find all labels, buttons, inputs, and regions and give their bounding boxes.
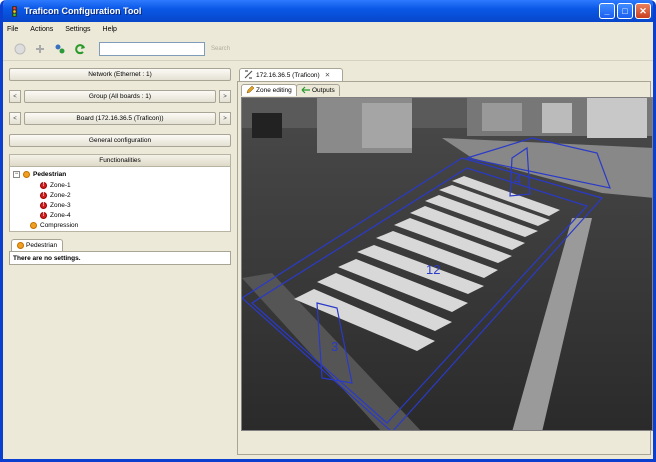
title-bar[interactable]: Traficon Configuration Tool _ □ ✕ — [3, 0, 653, 22]
right-panel: 172.16.36.5 (Traficon) ✕ Zone editing Ou… — [237, 66, 653, 458]
zone-label-12: 12 — [426, 262, 440, 277]
group-next-arrow[interactable]: > — [219, 90, 231, 103]
document-frame: Zone editing Outputs 12 3 4 — [237, 81, 653, 455]
window-controls: _ □ ✕ — [599, 3, 651, 19]
tree-item-label: Pedestrian — [33, 170, 67, 178]
tree-item-label: Zone-1 — [50, 181, 71, 189]
close-tab-icon[interactable]: ✕ — [325, 71, 330, 79]
collapse-icon[interactable]: − — [13, 170, 20, 178]
tree-item-zone-2[interactable]: ! Zone-2 — [40, 190, 71, 200]
tab-pedestrian-settings[interactable]: Pedestrian — [11, 239, 64, 251]
maximize-button[interactable]: □ — [617, 3, 633, 19]
pedestrian-tab-icon — [17, 242, 24, 249]
tab-label: Pedestrian — [26, 242, 58, 249]
menu-bar: File Actions Settings Help — [3, 22, 653, 36]
close-button[interactable]: ✕ — [635, 3, 651, 19]
menu-help[interactable]: Help — [102, 26, 118, 33]
camera-image: 12 3 4 — [242, 98, 652, 430]
tree-item-label: Compression — [40, 221, 79, 229]
network-button[interactable]: Network (Ethernet : 1) — [9, 68, 231, 81]
settings-message: There are no settings. — [9, 251, 231, 265]
tab-board-document[interactable]: 172.16.36.5 (Traficon) ✕ — [239, 68, 343, 81]
window-title: Traficon Configuration Tool — [24, 6, 142, 16]
menu-actions[interactable]: Actions — [29, 26, 54, 33]
tree-item-zone-1[interactable]: ! Zone-1 — [40, 180, 71, 190]
tree-item-label: Zone-2 — [50, 191, 71, 199]
functionality-tree: − Pedestrian ! Zone-1 ! Zone-2 ! Zone-3 … — [9, 166, 231, 232]
zone-status-icon: ! — [40, 181, 47, 189]
add-icon[interactable] — [33, 42, 47, 56]
zone-label-3: 3 — [331, 339, 338, 354]
tree-item-zone-4[interactable]: ! Zone-4 — [40, 210, 71, 220]
general-configuration-button[interactable]: General configuration — [9, 134, 231, 147]
tree-item-zone-3[interactable]: ! Zone-3 — [40, 200, 71, 210]
refresh-icon[interactable] — [73, 42, 87, 56]
compression-status-icon — [30, 221, 37, 229]
zone-status-icon: ! — [40, 191, 47, 199]
tree-item-label: Zone-4 — [50, 211, 71, 219]
network-icon[interactable] — [53, 42, 67, 56]
group-prev-arrow[interactable]: < — [9, 90, 21, 103]
tab-outputs[interactable]: Outputs — [296, 84, 340, 96]
tab-zone-editing[interactable]: Zone editing — [241, 84, 297, 96]
tree-item-pedestrian[interactable]: − Pedestrian — [13, 169, 66, 179]
zone-status-icon: ! — [40, 201, 47, 209]
tab-label: Outputs — [312, 87, 335, 94]
board-next-arrow[interactable]: > — [219, 112, 231, 125]
search-button[interactable]: Search — [211, 46, 230, 52]
tree-item-label: Zone-3 — [50, 201, 71, 209]
tab-label: 172.16.36.5 (Traficon) — [256, 71, 320, 79]
menu-settings[interactable]: Settings — [64, 26, 91, 33]
tree-item-compression[interactable]: Compression — [30, 220, 78, 230]
camera-view[interactable]: 12 3 4 — [241, 97, 653, 431]
traffic-light-icon — [9, 5, 20, 17]
search-input[interactable] — [99, 41, 205, 56]
menu-file[interactable]: File — [6, 26, 19, 33]
network-icon — [244, 69, 253, 81]
left-panel: Network (Ethernet : 1) < Group (All boar… — [9, 66, 231, 458]
zone-label-4: 4 — [514, 172, 521, 187]
back-icon[interactable] — [13, 42, 27, 56]
pencil-icon — [246, 85, 255, 96]
zone-status-icon: ! — [40, 211, 47, 219]
app-window: Traficon Configuration Tool _ □ ✕ File A… — [0, 0, 656, 462]
board-button[interactable]: Board (172.16.36.5 (Traficon)) — [24, 112, 216, 125]
group-button[interactable]: Group (All boards : 1) — [24, 90, 216, 103]
tab-label: Zone editing — [256, 87, 292, 94]
board-prev-arrow[interactable]: < — [9, 112, 21, 125]
minimize-button[interactable]: _ — [599, 3, 615, 19]
toolbar: Search — [3, 37, 653, 61]
pedestrian-status-icon — [23, 170, 30, 178]
arrow-left-icon — [301, 86, 310, 96]
